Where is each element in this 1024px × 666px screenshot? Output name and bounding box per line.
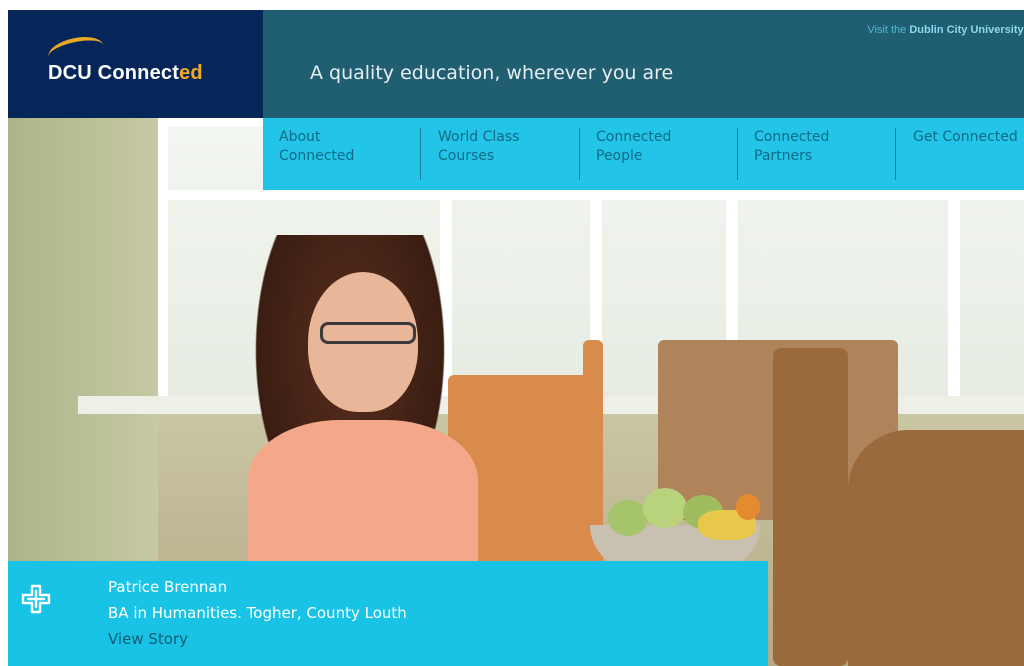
story-person-name: Patrice Brennan	[108, 578, 228, 596]
fruit	[643, 488, 687, 528]
hero-wall	[8, 118, 158, 568]
header-bar: A quality education, wherever you are Vi…	[263, 10, 1024, 118]
nav-label: About	[279, 129, 321, 145]
nav-divider	[579, 128, 580, 180]
nav-label: Get Connected	[913, 129, 1018, 145]
chair	[773, 348, 848, 666]
nav-label: World Class	[438, 129, 520, 145]
nav-connected-people[interactable]: Connected People	[596, 128, 671, 180]
nav-label: Courses	[438, 148, 495, 164]
logo-text: DCU Connected	[48, 62, 203, 84]
nav-about-connected[interactable]: About Connected	[279, 128, 354, 180]
person-body	[248, 420, 478, 570]
story-caption: Patrice Brennan BA in Humanities. Togher…	[8, 561, 768, 666]
nav-world-class-courses[interactable]: World Class Courses	[438, 128, 519, 180]
nav-label: Connected	[279, 148, 355, 164]
nav-label: Connected	[596, 129, 672, 145]
tagline: A quality education, wherever you are	[310, 62, 674, 84]
main-nav: About Connected World Class Courses Conn…	[263, 118, 1024, 190]
nav-divider	[737, 128, 738, 180]
nav-label: People	[596, 148, 643, 164]
nav-label: Connected	[754, 129, 830, 145]
visit-dcu-link[interactable]: Visit the Dublin City University website	[867, 24, 1024, 36]
story-degree-location: BA in Humanities. Togher, County Louth	[108, 604, 407, 622]
fruit	[608, 500, 648, 536]
nav-get-connected[interactable]: Get Connected	[913, 128, 1018, 180]
nav-connected-partners[interactable]: Connected Partners	[754, 128, 829, 180]
visit-link-container: Visit the Dublin City University website	[743, 10, 1024, 40]
nav-label: Partners	[754, 148, 813, 164]
nav-divider	[420, 128, 421, 180]
logo-block[interactable]: DCU Connected	[8, 10, 263, 118]
view-story-link[interactable]: View Story	[108, 630, 188, 648]
cross-link-icon	[21, 584, 51, 614]
fruit	[736, 494, 760, 520]
nav-divider	[895, 128, 896, 180]
glasses	[320, 322, 416, 344]
chair	[848, 430, 1024, 666]
window-frame	[158, 118, 168, 408]
page: DCU Connected A quality education, where…	[8, 10, 1024, 666]
